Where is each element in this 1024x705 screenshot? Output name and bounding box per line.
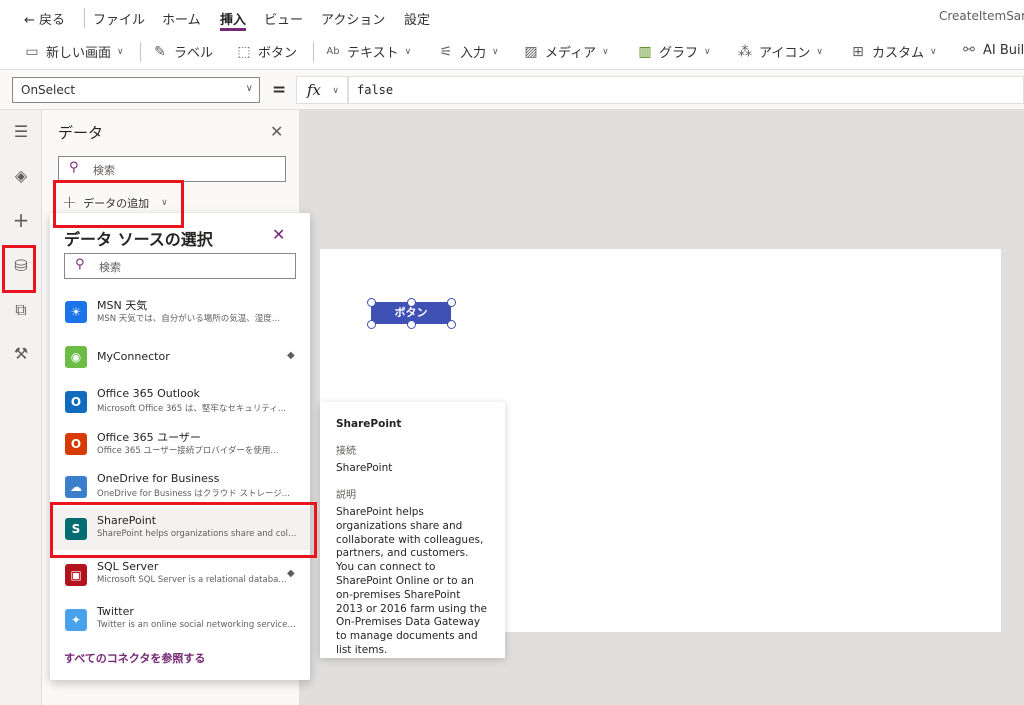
resize-handle[interactable] bbox=[367, 320, 376, 329]
hamburger-menu-icon[interactable]: ☰ bbox=[9, 120, 33, 144]
label-button[interactable]: ✎ ラベル bbox=[152, 42, 213, 62]
connector-search-input[interactable]: ⚲ 検索 bbox=[64, 253, 296, 279]
premium-diamond-icon: ◆ bbox=[287, 568, 295, 579]
chevron-down-icon: ∨ bbox=[816, 46, 823, 57]
text-box-icon: Ab bbox=[326, 46, 340, 57]
chevron-down-icon: ∨ bbox=[704, 46, 711, 57]
resize-handle[interactable] bbox=[407, 298, 416, 307]
formula-input[interactable]: false bbox=[348, 76, 1024, 104]
advanced-tools-icon[interactable]: ⚒ bbox=[9, 342, 33, 366]
function-button[interactable]: fx ∨ bbox=[296, 76, 348, 104]
resize-handle[interactable] bbox=[407, 320, 416, 329]
premium-diamond-icon: ◆ bbox=[287, 350, 295, 361]
menu-insert[interactable]: 挿入 bbox=[220, 9, 246, 28]
data-search-input[interactable]: ⚲ 検索 bbox=[58, 156, 286, 182]
chevron-down-icon: ∨ bbox=[602, 46, 609, 57]
connection-value: SharePoint bbox=[336, 462, 393, 474]
ai-builder-icon: ⚯ bbox=[963, 42, 975, 58]
bar-chart-icon: ▥ bbox=[638, 43, 652, 60]
card-title: SharePoint bbox=[336, 418, 402, 430]
highlight-sharepoint bbox=[50, 502, 317, 558]
connector-item[interactable]: ✦ Twitter Twitter is an online social ne… bbox=[50, 599, 310, 641]
input-sliders-icon: ⚟ bbox=[439, 43, 453, 60]
menu-action[interactable]: アクション bbox=[321, 9, 385, 28]
back-button[interactable]: ← 戻る bbox=[24, 9, 65, 28]
onedrive-icon: ☁ bbox=[65, 476, 87, 498]
chevron-down-icon: ∨ bbox=[930, 46, 937, 57]
shapes-icon: ⁂ bbox=[738, 43, 752, 60]
connector-item[interactable]: ☀ MSN 天気 MSN 天気では、自分がいる場所の気温、湿度... bbox=[50, 291, 310, 333]
connector-item[interactable]: O Office 365 ユーザー Office 365 ユーザー接続プロバイダ… bbox=[50, 423, 310, 465]
menu-bar: ← 戻る ファイル ホーム 挿入 ビュー アクション 設定 CreateItem… bbox=[0, 0, 1024, 34]
description-label: 説明 bbox=[336, 490, 356, 501]
text-button[interactable]: Ab テキスト ∨ bbox=[325, 42, 411, 61]
chart-button[interactable]: ▥ グラフ ∨ bbox=[637, 42, 711, 62]
office-icon: O bbox=[65, 433, 87, 455]
screen-icon: ▭ bbox=[25, 43, 39, 60]
resize-handle[interactable] bbox=[367, 298, 376, 307]
menu-home[interactable]: ホーム bbox=[162, 9, 201, 28]
connector-item[interactable]: ▣ SQL Server Microsoft SQL Server is a r… bbox=[50, 554, 310, 596]
ai-builder-button[interactable]: ⚯ AI Build bbox=[961, 42, 1024, 58]
popup-title: データ ソースの選択 bbox=[64, 230, 213, 249]
search-icon: ⚲ bbox=[75, 257, 85, 272]
resize-handle[interactable] bbox=[447, 298, 456, 307]
connector-info-card: SharePoint 接続 SharePoint 説明 SharePoint h… bbox=[320, 402, 505, 658]
chevron-down-icon: ∨ bbox=[117, 46, 124, 57]
cursor-click-icon: ⬚ bbox=[237, 43, 251, 60]
equals-sign: = bbox=[272, 80, 287, 100]
new-screen-button[interactable]: ▭ 新しい画面 ∨ bbox=[24, 42, 124, 62]
media-button[interactable]: ▨ メディア ∨ bbox=[523, 42, 609, 62]
description-text: SharePoint helps organizations share and… bbox=[336, 506, 487, 656]
active-tab-indicator bbox=[220, 28, 246, 31]
chevron-down-icon: ∨ bbox=[492, 46, 499, 57]
toolbar-divider bbox=[313, 42, 314, 62]
browse-all-connectors-link[interactable]: すべてのコネクタを参照する bbox=[64, 650, 205, 666]
fx-icon: fx bbox=[307, 81, 322, 99]
menu-file[interactable]: ファイル bbox=[93, 9, 145, 28]
panel-title: データ bbox=[58, 124, 104, 142]
search-icon: ⚲ bbox=[69, 160, 79, 175]
app-name: CreateItemSam bbox=[939, 9, 1024, 23]
components-icon: ⊞ bbox=[852, 43, 864, 60]
chevron-down-icon: ∨ bbox=[245, 83, 253, 94]
left-rail: ☰ ◈ + ⛁ ⧉ ⚒ bbox=[0, 110, 42, 705]
connector-item[interactable]: ◉ MyConnector ◆ bbox=[50, 336, 310, 378]
resize-handle[interactable] bbox=[447, 320, 456, 329]
label-edit-icon: ✎ bbox=[154, 43, 166, 60]
chevron-down-icon: ∨ bbox=[404, 46, 412, 57]
highlight-data-icon bbox=[2, 245, 36, 293]
weather-icon: ☀ bbox=[65, 301, 87, 323]
outlook-icon: O bbox=[65, 391, 87, 413]
twitter-icon: ✦ bbox=[65, 609, 87, 631]
close-icon[interactable]: ✕ bbox=[270, 122, 283, 141]
menu-view[interactable]: ビュー bbox=[264, 9, 303, 28]
property-dropdown[interactable]: OnSelect ∨ bbox=[12, 77, 260, 103]
highlight-add-data bbox=[53, 180, 184, 228]
menu-divider bbox=[84, 8, 85, 28]
insert-plus-icon[interactable]: + bbox=[9, 208, 33, 232]
button-insert-button[interactable]: ⬚ ボタン bbox=[236, 42, 297, 62]
insert-toolbar: ▭ 新しい画面 ∨ ✎ ラベル ⬚ ボタン Ab テキスト ∨ ⚟ 入力 ∨ ▨… bbox=[0, 34, 1024, 70]
data-source-popup: データ ソースの選択 ✕ ⚲ 検索 ☀ MSN 天気 MSN 天気では、自分がい… bbox=[50, 213, 310, 680]
tree-view-layers-icon[interactable]: ◈ bbox=[9, 164, 33, 188]
image-icon: ▨ bbox=[524, 43, 538, 60]
media-icon[interactable]: ⧉ bbox=[9, 298, 33, 322]
connection-label: 接続 bbox=[336, 446, 356, 457]
custom-button[interactable]: ⊞ カスタム ∨ bbox=[850, 42, 937, 62]
close-icon[interactable]: ✕ bbox=[272, 225, 285, 244]
connector-item[interactable]: O Office 365 Outlook Microsoft Office 36… bbox=[50, 381, 310, 423]
formula-bar: OnSelect ∨ = fx ∨ false bbox=[0, 70, 1024, 110]
icons-button[interactable]: ⁂ アイコン ∨ bbox=[737, 42, 823, 62]
chevron-down-icon: ∨ bbox=[332, 86, 339, 96]
custom-connector-icon: ◉ bbox=[65, 346, 87, 368]
menu-settings[interactable]: 設定 bbox=[404, 9, 430, 28]
toolbar-divider bbox=[140, 42, 141, 62]
input-button[interactable]: ⚟ 入力 ∨ bbox=[438, 42, 499, 62]
sql-server-icon: ▣ bbox=[65, 564, 87, 586]
